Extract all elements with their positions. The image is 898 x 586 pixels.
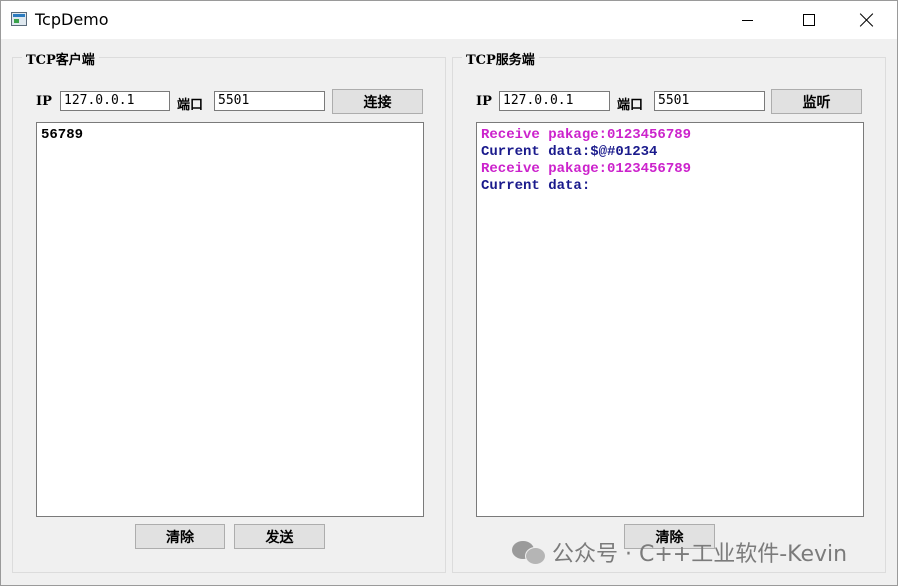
server-port-input[interactable]: 5501: [654, 91, 765, 111]
server-ip-input[interactable]: 127.0.0.1: [499, 91, 610, 111]
app-window-icon: [11, 12, 27, 26]
main-window: TcpDemo TCP客户端 IP 127.0.0.1 端口 5501 连接 5…: [0, 0, 898, 586]
close-button[interactable]: [841, 1, 893, 39]
server-log-line: Current data:: [481, 178, 591, 194]
server-log-textarea[interactable]: Receive pakage:0123456789 Current data:$…: [476, 122, 864, 517]
client-clear-button[interactable]: 清除: [135, 524, 225, 549]
watermark: 公众号 · C++工业软件-Kevin: [512, 536, 847, 568]
window-title: TcpDemo: [35, 10, 109, 29]
client-message-textarea[interactable]: 56789: [36, 122, 424, 517]
wechat-icon: [512, 539, 546, 565]
close-icon: [860, 13, 874, 27]
server-ip-label: IP: [476, 94, 492, 109]
title-bar[interactable]: TcpDemo: [1, 1, 897, 39]
connect-button[interactable]: 连接: [332, 89, 423, 114]
send-button[interactable]: 发送: [234, 524, 325, 549]
minimize-icon: [741, 19, 753, 21]
client-group-title: TCP客户端: [22, 49, 99, 68]
client-message-text: 56789: [41, 127, 84, 143]
minimize-button[interactable]: [721, 1, 773, 39]
maximize-button[interactable]: [783, 1, 835, 39]
watermark-text: 公众号 · C++工业软件-Kevin: [552, 542, 848, 567]
server-log-line: Current data:$@#01234: [481, 144, 658, 160]
server-group-title: TCP服务端: [462, 49, 539, 68]
server-group: TCP服务端 IP 127.0.0.1 端口 5501 监听 Receive p…: [452, 49, 886, 573]
maximize-icon: [803, 14, 815, 26]
client-ip-label: IP: [36, 94, 52, 109]
client-ip-input[interactable]: 127.0.0.1: [60, 91, 170, 111]
client-port-input[interactable]: 5501: [214, 91, 325, 111]
listen-button[interactable]: 监听: [771, 89, 862, 114]
client-group: TCP客户端 IP 127.0.0.1 端口 5501 连接 56789 清除 …: [12, 49, 446, 573]
server-log-line: Receive pakage:0123456789: [481, 127, 692, 143]
client-port-label: 端口: [177, 98, 204, 113]
server-log-line: Receive pakage:0123456789: [481, 161, 692, 177]
server-port-label: 端口: [617, 98, 644, 113]
